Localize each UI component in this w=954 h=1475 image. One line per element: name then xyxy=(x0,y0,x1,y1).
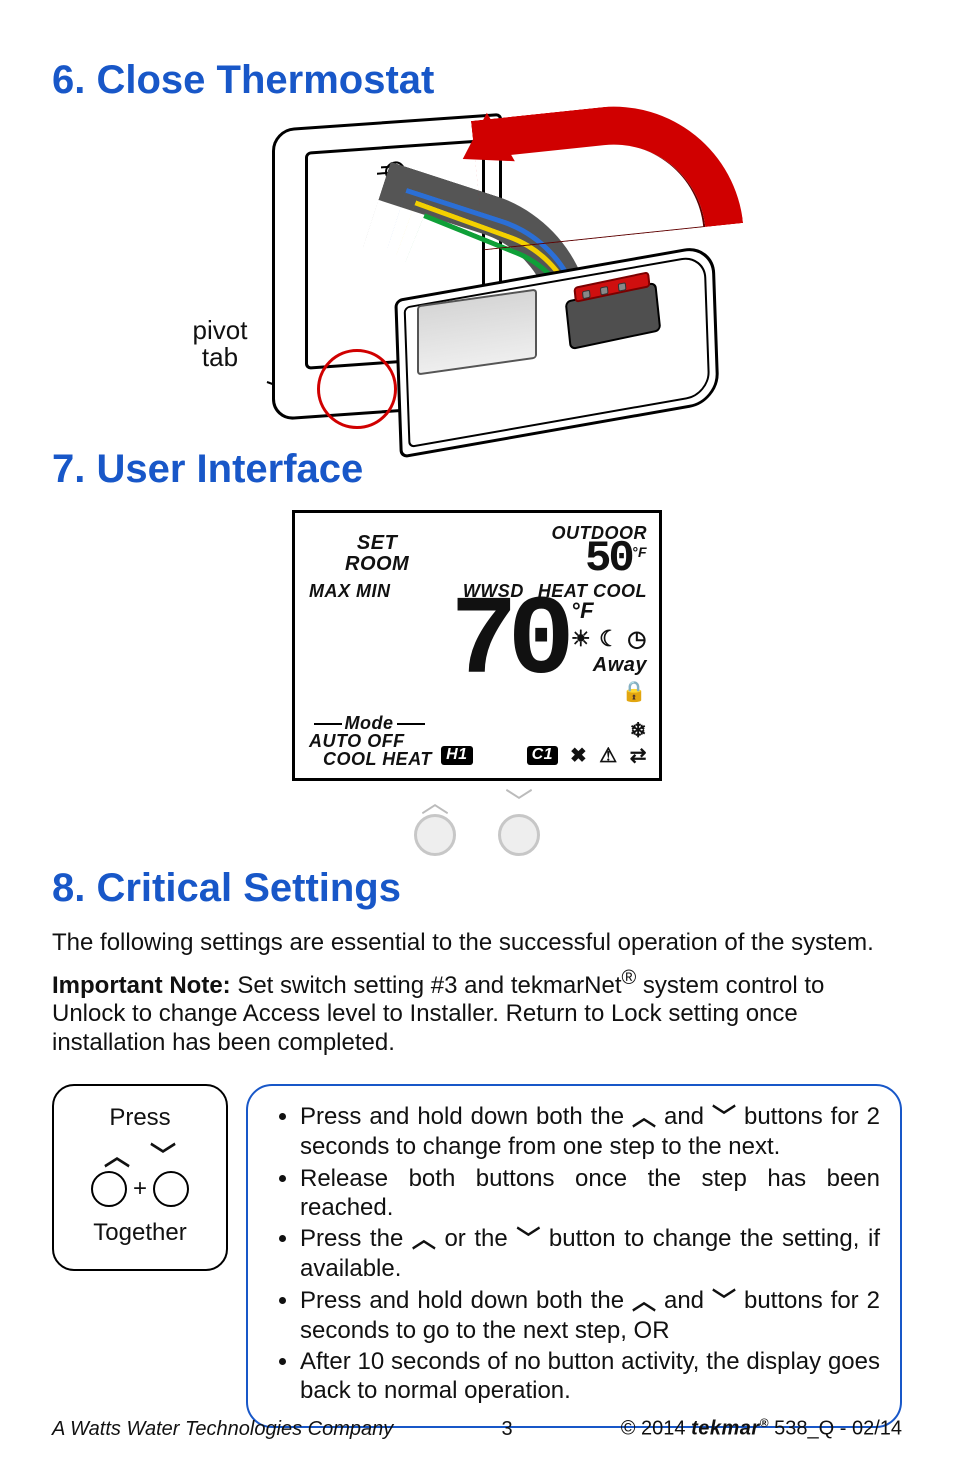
clock-icon: ◷ xyxy=(627,626,647,652)
step-5: After 10 seconds of no button activity, … xyxy=(300,1347,880,1406)
page-footer: A Watts Water Technologies Company 3 © 2… xyxy=(52,1416,902,1441)
exchange-icon: ⇄ xyxy=(630,743,647,768)
lcd-away-label: Away xyxy=(571,654,647,677)
lcd-mode-block: Mode AUTO OFF COOL HEAT xyxy=(309,714,432,768)
lcd-main-unit: °F xyxy=(571,598,594,623)
step-text: or the xyxy=(436,1225,516,1252)
lcd-c1-badge: C1 xyxy=(527,746,558,765)
press-label-top: Press xyxy=(64,1104,216,1132)
registered-symbol: ® xyxy=(622,967,637,989)
snowflake-icon: ❄ xyxy=(630,718,647,743)
section-8-intro: The following settings are essential to … xyxy=(52,929,902,958)
lcd-maxmin-label: MAX MIN xyxy=(309,581,391,602)
lcd-mode-cool: COOL xyxy=(323,749,377,769)
section-8-title: 8. Critical Settings xyxy=(52,866,902,911)
button-graphic-down xyxy=(153,1171,189,1207)
pivot-tab-label-line1: pivot xyxy=(193,315,248,345)
chevron-down-icon: ﹀ xyxy=(712,1287,736,1316)
press-label-bottom: Together xyxy=(64,1219,216,1247)
chevron-up-icon: ︿ xyxy=(104,1136,130,1173)
footer-company: A Watts Water Technologies Company xyxy=(52,1418,393,1441)
step-1: Press and hold down both the ︿ and ﹀ but… xyxy=(300,1102,880,1162)
chevron-up-icon: ︿ xyxy=(412,1225,436,1254)
lcd-screen: SET ROOM OUTDOOR 50°F MAX MIN WWSD HEAT … xyxy=(292,510,662,781)
chevron-down-icon: ﹀ xyxy=(493,795,545,812)
critical-steps-box: Press and hold down both the ︿ and ﹀ but… xyxy=(246,1084,902,1428)
warning-icon: ⚠ xyxy=(599,743,617,768)
lcd-mode-heat: HEAT xyxy=(382,749,432,769)
lcd-mode-off: OFF xyxy=(367,731,405,751)
registered-symbol: ® xyxy=(760,1416,769,1430)
lcd-outdoor-block: OUTDOOR 50°F xyxy=(552,523,648,575)
important-note-label: Important Note: xyxy=(52,972,231,999)
section-8-important-note: Important Note: Set switch setting #3 an… xyxy=(52,966,902,1058)
moon-icon: ☾ xyxy=(599,626,619,652)
step-text: and xyxy=(656,1103,712,1130)
step-2: Release both buttons once the step has b… xyxy=(300,1164,880,1223)
chevron-up-icon: ︿ xyxy=(409,795,461,812)
fan-icon: ✖ xyxy=(570,743,587,768)
plus-icon: + xyxy=(133,1175,147,1203)
figure-close-thermostat: pivot tab xyxy=(217,121,737,441)
footer-page-number: 3 xyxy=(501,1418,512,1441)
lcd-set-room-block: SET ROOM xyxy=(309,533,409,575)
lcd-room-label: ROOM xyxy=(345,554,409,575)
press-together-callout: Press ︿ ﹀ + Together xyxy=(52,1084,228,1271)
thermostat-up-button[interactable]: ︿ xyxy=(409,795,461,856)
lcd-mode-auto: AUTO xyxy=(309,731,362,751)
chevron-up-icon: ︿ xyxy=(632,1103,656,1132)
chevron-up-icon: ︿ xyxy=(632,1287,656,1316)
pivot-tab-label: pivot tab xyxy=(175,317,265,372)
lcd-h1-badge: H1 xyxy=(441,746,472,765)
lcd-main-temp-row: 70 °F ☀ ☾ ◷ Away 🔒 xyxy=(450,598,647,704)
section-7-title: 7. User Interface xyxy=(52,447,902,492)
step-text: Press and hold down both the xyxy=(300,1103,632,1130)
footer-brand: tekmar xyxy=(691,1418,760,1440)
thermostat-down-button[interactable]: ﹀ xyxy=(493,795,545,856)
lcd-mode-label: Mode xyxy=(345,713,394,733)
footer-copyright: © 2014 xyxy=(621,1418,686,1440)
section-6-title: 6. Close Thermostat xyxy=(52,58,902,103)
lcd-set-label: SET xyxy=(345,533,409,554)
lcd-main-temp: 70 xyxy=(450,604,564,682)
chevron-down-icon: ﹀ xyxy=(516,1225,540,1254)
pivot-tab-label-line2: tab xyxy=(202,342,238,372)
close-arrow-icon xyxy=(471,94,743,250)
thermostat-buttons: ︿ ﹀ xyxy=(292,795,662,856)
step-text: and xyxy=(656,1287,712,1314)
button-graphic-up xyxy=(91,1171,127,1207)
chevron-down-icon: ﹀ xyxy=(150,1136,176,1173)
chevron-down-icon: ﹀ xyxy=(712,1103,736,1132)
step-text: Press and hold down both the xyxy=(300,1287,632,1314)
important-note-body-a: Set switch setting #3 and tekmarNet xyxy=(231,972,622,999)
lcd-outdoor-unit: °F xyxy=(632,544,647,560)
sun-icon: ☀ xyxy=(571,626,591,652)
lcd-outdoor-temp: 50 xyxy=(585,534,632,584)
footer-doc-info: © 2014 tekmar® 538_Q - 02/14 xyxy=(621,1416,902,1441)
step-3: Press the ︿ or the ﹀ button to change th… xyxy=(300,1224,880,1284)
step-text: Press the xyxy=(300,1225,412,1252)
lock-icon: 🔒 xyxy=(622,681,647,703)
figure-user-interface: SET ROOM OUTDOOR 50°F MAX MIN WWSD HEAT … xyxy=(292,510,662,856)
pivot-highlight-circle xyxy=(317,349,397,429)
footer-doc-code: 538_Q - 02/14 xyxy=(769,1418,902,1440)
lcd-status-icons: H1 C1 ✖ ⚠ ⇄ xyxy=(441,743,647,768)
step-4: Press and hold down both the ︿ and ﹀ but… xyxy=(300,1286,880,1346)
